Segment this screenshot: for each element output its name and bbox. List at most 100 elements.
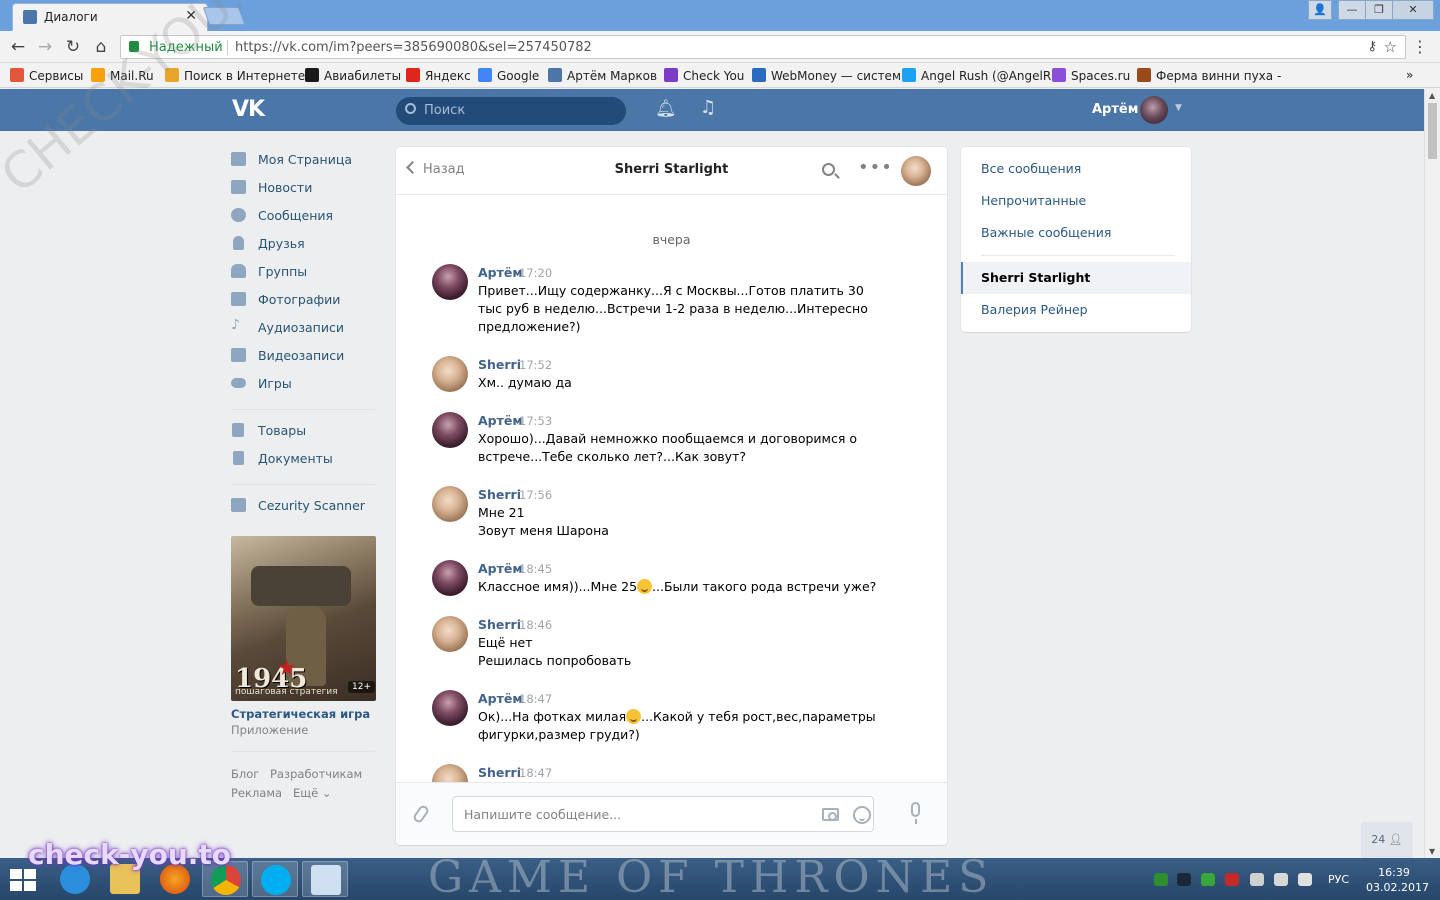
message-author[interactable]: Sherri bbox=[478, 487, 521, 502]
bookmark-item[interactable]: WebMoney — систем bbox=[752, 68, 901, 83]
music-note-icon[interactable]: ♫ bbox=[700, 97, 716, 118]
tray-steam-icon[interactable] bbox=[1177, 873, 1191, 886]
bookmark-item[interactable]: Ферма винни пуха - bbox=[1137, 68, 1281, 83]
more-bookmarks-icon[interactable]: » bbox=[1406, 68, 1413, 82]
bookmark-item[interactable]: Артём Марков bbox=[548, 68, 657, 83]
bookmark-item[interactable]: Авиабилеты bbox=[305, 68, 401, 83]
tray-antivirus-icon[interactable] bbox=[1154, 873, 1168, 886]
footer-link-developers[interactable]: Разработчикам bbox=[270, 767, 362, 781]
tray-volume-icon[interactable] bbox=[1298, 873, 1312, 886]
browser-tab[interactable]: Диалоги ✕ bbox=[12, 3, 208, 31]
footer-link-ads[interactable]: Реклама bbox=[231, 786, 282, 800]
address-bar[interactable]: Надежный https://vk.com/im?peers=3856900… bbox=[120, 35, 1406, 59]
tray-utility-icon[interactable] bbox=[1201, 873, 1215, 886]
scroll-up-icon[interactable]: ▲ bbox=[1429, 91, 1435, 100]
menu-item-games[interactable]: Игры bbox=[231, 374, 377, 394]
bookmark-item[interactable]: Mail.Ru bbox=[91, 68, 154, 83]
folder-unread[interactable]: Непрочитанные bbox=[981, 193, 1086, 208]
folder-all-messages[interactable]: Все сообщения bbox=[981, 161, 1081, 176]
taskbar-skype[interactable] bbox=[252, 861, 298, 897]
message-avatar[interactable] bbox=[432, 690, 468, 726]
windows-start-button[interactable] bbox=[10, 869, 36, 891]
window-close-button[interactable]: ✕ bbox=[1392, 0, 1434, 20]
message-author[interactable]: Артём bbox=[478, 691, 523, 706]
chat-search-icon[interactable] bbox=[822, 163, 835, 176]
ad-title[interactable]: Стратегическая игра bbox=[231, 707, 370, 721]
menu-item-my-page[interactable]: Моя Страница bbox=[231, 150, 377, 170]
new-tab-button[interactable] bbox=[202, 7, 246, 25]
voice-message-mic-icon[interactable] bbox=[911, 802, 920, 824]
bookmark-item[interactable]: Google bbox=[478, 68, 539, 83]
bookmark-item[interactable]: Сервисы bbox=[10, 68, 83, 83]
home-icon[interactable]: ⌂ bbox=[91, 37, 111, 57]
bookmark-item[interactable]: Spaces.ru bbox=[1052, 68, 1130, 83]
tray-network-icon[interactable] bbox=[1274, 873, 1288, 886]
url-text[interactable]: https://vk.com/im?peers=385690080&sel=25… bbox=[235, 40, 592, 55]
user-profile-button[interactable]: 👤 bbox=[1308, 0, 1332, 20]
bookmark-item[interactable]: Angel Rush (@AngelR bbox=[902, 68, 1051, 83]
keyboard-language[interactable]: РУС bbox=[1328, 873, 1349, 886]
tray-app-icon[interactable] bbox=[1225, 873, 1239, 886]
bookmark-item[interactable]: Check You bbox=[664, 68, 744, 83]
dialog-valeria-reiner[interactable]: Валерия Рейнер bbox=[981, 302, 1088, 317]
menu-item-videos[interactable]: Видеозаписи bbox=[231, 346, 377, 366]
message-avatar[interactable] bbox=[432, 486, 468, 522]
header-avatar[interactable] bbox=[1140, 96, 1168, 124]
online-friends-button[interactable]: 24 👤︎ bbox=[1361, 822, 1413, 858]
taskbar-clock[interactable]: 16:39 03.02.2017 bbox=[1366, 865, 1429, 895]
menu-item-documents[interactable]: Документы bbox=[231, 449, 377, 469]
message-avatar[interactable] bbox=[432, 264, 468, 300]
header-user-name[interactable]: Артём bbox=[1092, 102, 1138, 117]
scroll-down-icon[interactable]: ▼ bbox=[1429, 847, 1435, 856]
attach-photo-icon[interactable] bbox=[822, 808, 839, 821]
menu-item-goods[interactable]: Товары bbox=[231, 421, 377, 441]
message-avatar[interactable] bbox=[432, 356, 468, 392]
chevron-down-icon[interactable]: ▼ bbox=[1175, 103, 1182, 113]
message-author[interactable]: Sherri bbox=[478, 765, 521, 780]
message-line: Мне 21 bbox=[478, 505, 525, 520]
menu-item-photos[interactable]: Фотографии bbox=[231, 290, 377, 310]
folder-important[interactable]: Важные сообщения bbox=[981, 225, 1111, 240]
bookmark-star-icon[interactable]: ☆ bbox=[1384, 38, 1397, 56]
message-author[interactable]: Артём bbox=[478, 413, 523, 428]
message-author[interactable]: Артём bbox=[478, 265, 523, 280]
reload-icon[interactable]: ↻ bbox=[63, 37, 83, 57]
message-avatar[interactable] bbox=[432, 616, 468, 652]
ad-banner-image[interactable]: 1945 ★ пошаговая стратегия 12+ bbox=[231, 536, 376, 701]
restore-button[interactable]: ❐ bbox=[1365, 0, 1393, 20]
more-actions-icon[interactable]: ••• bbox=[858, 157, 893, 178]
footer-link-blog[interactable]: Блог bbox=[231, 767, 259, 781]
chrome-menu-icon[interactable]: ⋮ bbox=[1412, 37, 1428, 56]
message-avatar[interactable] bbox=[432, 560, 468, 596]
vk-search-input[interactable]: Поиск bbox=[396, 97, 626, 125]
message-author[interactable]: Артём bbox=[478, 561, 523, 576]
menu-item-friends[interactable]: Друзья bbox=[231, 234, 377, 254]
bookmark-item[interactable]: Яндекс bbox=[406, 68, 471, 83]
message-avatar[interactable] bbox=[432, 412, 468, 448]
back-arrow-icon[interactable]: ← bbox=[8, 37, 28, 57]
tab-close-icon[interactable]: ✕ bbox=[185, 8, 197, 24]
menu-item-cezurity-scanner[interactable]: Cezurity Scanner bbox=[231, 496, 377, 516]
menu-item-news[interactable]: Новости bbox=[231, 178, 377, 198]
dialog-sherri-starlight[interactable]: Sherri Starlight bbox=[981, 270, 1090, 285]
peer-avatar[interactable] bbox=[901, 156, 931, 186]
message-author[interactable]: Sherri bbox=[478, 357, 521, 372]
message-author[interactable]: Sherri bbox=[478, 617, 521, 632]
minimize-button[interactable]: — bbox=[1338, 0, 1366, 20]
menu-item-messages[interactable]: Сообщения bbox=[231, 206, 377, 226]
tray-flag-icon[interactable] bbox=[1250, 873, 1264, 886]
page-scrollbar[interactable]: ▲ ▼ bbox=[1424, 89, 1440, 858]
scrollbar-thumb[interactable] bbox=[1428, 103, 1437, 159]
notifications-bell-icon[interactable]: 🔔︎ bbox=[655, 99, 677, 119]
key-icon[interactable]: ⚷ bbox=[1367, 39, 1377, 54]
bookmark-item[interactable]: Поиск в Интернете bbox=[165, 68, 305, 83]
forward-arrow-icon[interactable]: → bbox=[35, 37, 55, 57]
taskbar-notepad[interactable] bbox=[302, 861, 348, 897]
attach-paperclip-icon[interactable] bbox=[411, 803, 431, 825]
emoji-picker-icon[interactable] bbox=[853, 806, 871, 824]
menu-item-groups[interactable]: Группы bbox=[231, 262, 377, 282]
message-input[interactable]: Напишите сообщение... bbox=[452, 796, 874, 832]
vk-logo[interactable]: VK bbox=[232, 97, 265, 122]
footer-link-more[interactable]: Ещё ⌄ bbox=[293, 786, 331, 800]
menu-item-audio[interactable]: ♪ Аудиозаписи bbox=[231, 317, 377, 338]
